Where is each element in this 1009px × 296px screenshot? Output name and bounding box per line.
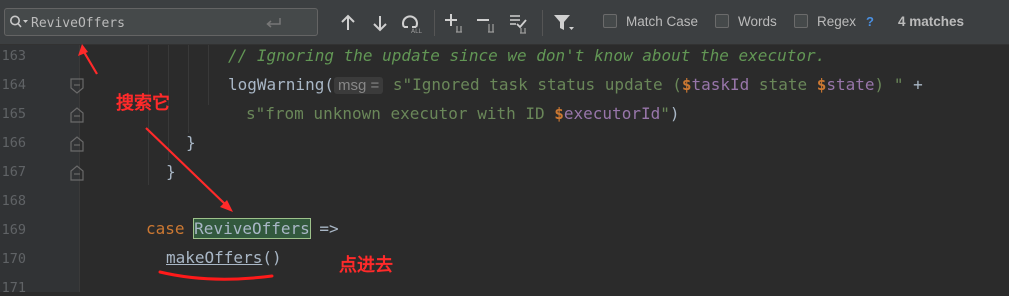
parameter-hint: msg = bbox=[333, 77, 384, 94]
closing-brace: } bbox=[166, 162, 176, 181]
words-label[interactable]: Words bbox=[738, 14, 777, 29]
string-literal: s"from unknown executor with ID bbox=[246, 104, 555, 123]
code-line-165[interactable]: s"from unknown executor with ID $executo… bbox=[246, 104, 680, 123]
new-line-icon[interactable] bbox=[263, 15, 285, 31]
search-annotation: 搜索它 bbox=[116, 93, 170, 114]
line-number: 169 bbox=[1, 222, 26, 238]
closing-paren: ) bbox=[669, 104, 680, 123]
interpolated-variable: executorId bbox=[563, 104, 661, 123]
closing-brace: } bbox=[186, 133, 196, 152]
indent-guide bbox=[188, 45, 189, 133]
line-number: 165 bbox=[1, 106, 26, 122]
line-number: 166 bbox=[1, 135, 26, 151]
code-line-166[interactable]: } bbox=[186, 133, 196, 152]
call-parens: () bbox=[262, 248, 282, 267]
search-input[interactable] bbox=[31, 14, 261, 32]
line-number: 170 bbox=[1, 251, 26, 267]
regex-help-link[interactable]: ? bbox=[866, 14, 874, 29]
find-toolbar: ALL Match Case Words Regex ? 4 matches bbox=[0, 0, 1009, 45]
words-checkbox[interactable] bbox=[715, 14, 729, 28]
match-case-checkbox[interactable] bbox=[603, 14, 617, 28]
svg-text:ALL: ALL bbox=[411, 28, 422, 34]
line-number: 163 bbox=[1, 48, 26, 64]
plus-operator: + bbox=[903, 75, 923, 94]
arrow-operator: => bbox=[319, 219, 339, 238]
add-occurrence-icon[interactable] bbox=[444, 12, 470, 34]
next-occurrence-icon[interactable] bbox=[370, 12, 390, 34]
code-line-163[interactable]: // Ignoring the update since we don't kn… bbox=[228, 46, 825, 65]
code-line-167[interactable]: } bbox=[166, 162, 176, 181]
fold-end-icon[interactable] bbox=[70, 165, 84, 181]
search-match-highlight[interactable]: ReviveOffers bbox=[193, 218, 311, 239]
line-number: 168 bbox=[1, 193, 26, 209]
click-annotation: 点进去 bbox=[339, 255, 393, 276]
case-keyword: case bbox=[146, 219, 185, 238]
previous-occurrence-icon[interactable] bbox=[338, 12, 358, 34]
toolbar-separator bbox=[542, 10, 543, 36]
fold-end-icon[interactable] bbox=[70, 107, 84, 123]
interpolation-sign: $ bbox=[554, 104, 564, 123]
code-line-164[interactable]: logWarning(msg = s"Ignored task status u… bbox=[228, 75, 923, 94]
string-literal: state bbox=[749, 75, 817, 94]
make-offers-call[interactable]: makeOffers bbox=[166, 248, 262, 267]
fold-end-icon[interactable] bbox=[70, 136, 84, 152]
code-line-170[interactable]: makeOffers() bbox=[166, 248, 282, 267]
line-number: 164 bbox=[1, 77, 26, 93]
line-number: 171 bbox=[1, 280, 26, 296]
code-comment: // Ignoring the update since we don't kn… bbox=[228, 46, 826, 65]
remove-occurrence-icon[interactable] bbox=[476, 12, 502, 34]
interpolated-variable: taskId bbox=[691, 75, 750, 94]
interpolation-sign: $ bbox=[816, 75, 827, 94]
select-all-occurrences-icon[interactable] bbox=[508, 12, 534, 34]
code-line-169[interactable]: case ReviveOffers => bbox=[146, 218, 339, 239]
search-history-icon[interactable] bbox=[9, 14, 29, 30]
regex-label[interactable]: Regex bbox=[817, 14, 856, 29]
fold-marker-icon[interactable] bbox=[70, 78, 84, 94]
find-all-icon[interactable]: ALL bbox=[400, 12, 424, 34]
match-count: 4 matches bbox=[898, 14, 965, 29]
interpolated-variable: state bbox=[826, 75, 875, 94]
indent-guide bbox=[148, 45, 149, 185]
string-literal: ) " bbox=[874, 75, 904, 94]
line-number: 167 bbox=[1, 164, 26, 180]
search-box[interactable] bbox=[4, 8, 318, 36]
filter-icon[interactable] bbox=[552, 12, 576, 34]
toolbar-separator bbox=[434, 10, 435, 36]
interpolation-sign: $ bbox=[681, 75, 692, 94]
regex-checkbox[interactable] bbox=[794, 14, 808, 28]
indent-guide bbox=[208, 45, 209, 105]
match-case-label[interactable]: Match Case bbox=[626, 14, 698, 29]
function-name: logWarning( bbox=[228, 75, 334, 94]
string-literal: " bbox=[660, 104, 670, 123]
string-literal: s"Ignored task status update ( bbox=[392, 75, 682, 94]
